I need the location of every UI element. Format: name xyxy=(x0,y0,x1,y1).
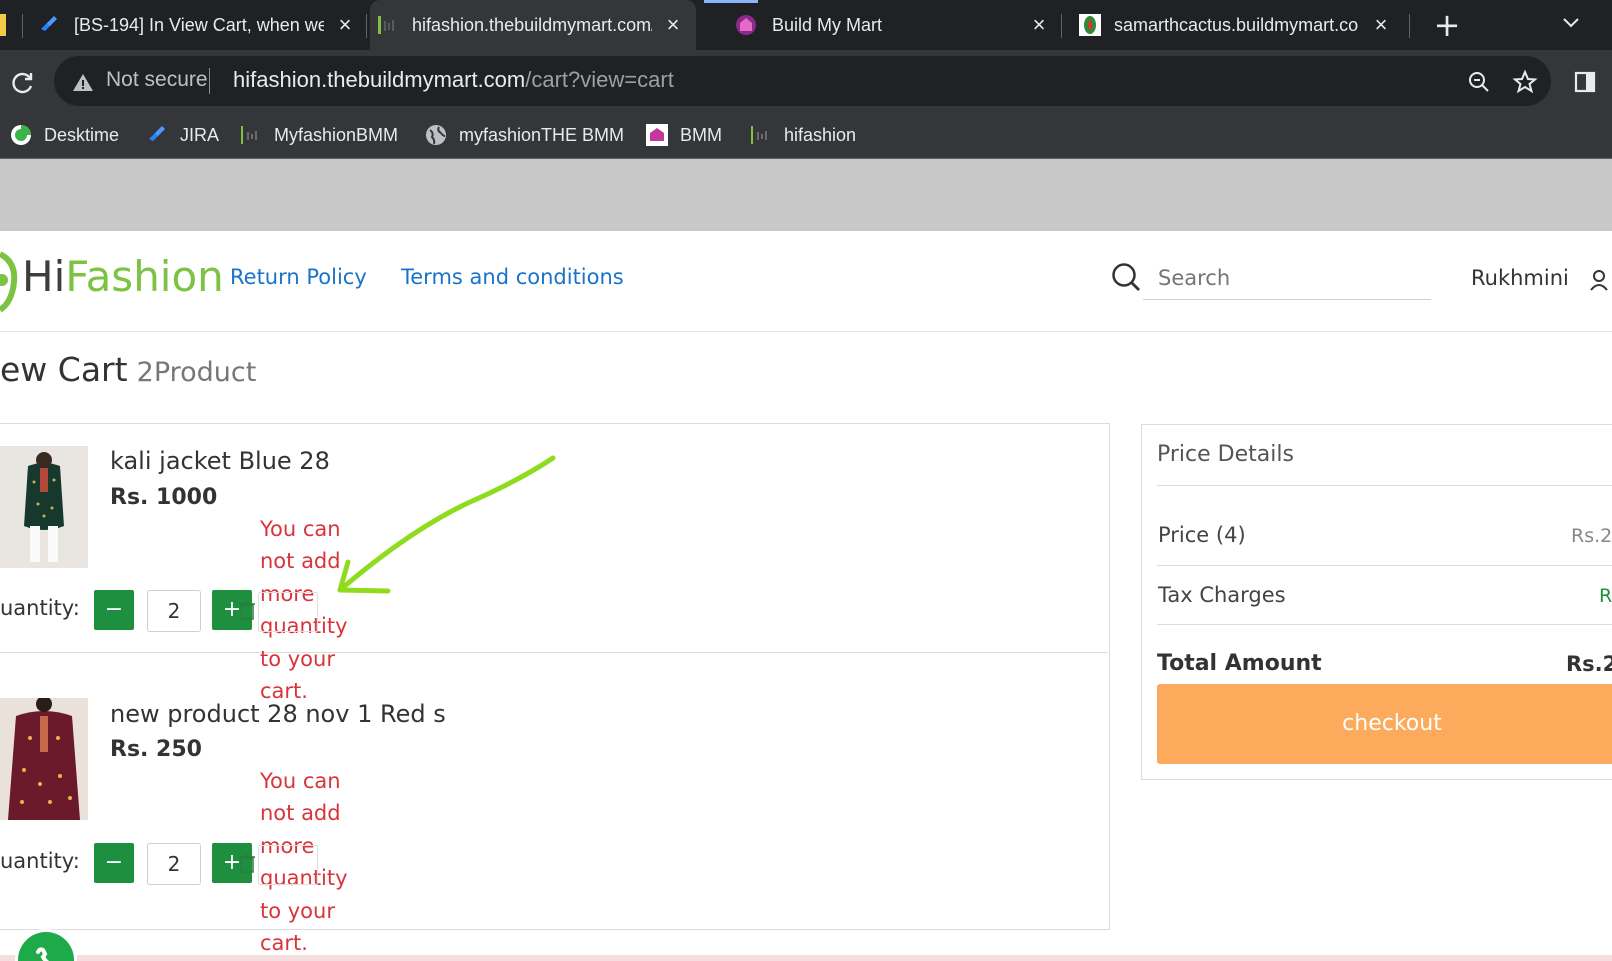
tab-hifashion[interactable]: hifashion.thebuildmymart.com/ × xyxy=(370,0,696,50)
bookmark-bmm[interactable]: BMM xyxy=(646,119,722,151)
tab-title: samarthcactus.buildmymart.co xyxy=(1114,14,1359,35)
decrease-quantity-button[interactable]: − xyxy=(94,843,134,883)
bookmark-myfashionbmm[interactable]: MyfashionBMM xyxy=(240,119,398,151)
product-image[interactable] xyxy=(0,698,88,820)
close-icon[interactable]: × xyxy=(1370,14,1392,36)
user-name[interactable]: Rukhmini xyxy=(1471,266,1569,290)
tab-separator xyxy=(366,14,367,38)
product-name[interactable]: kali jacket Blue 28 xyxy=(110,447,330,475)
security-label[interactable]: Not secure xyxy=(106,68,208,92)
tab-jira[interactable]: [BS-194] In View Cart, when we × xyxy=(38,0,356,50)
tax-value: R xyxy=(1599,585,1612,607)
price-divider xyxy=(1157,624,1612,625)
bookmark-label: MyfashionBMM xyxy=(274,124,399,145)
tab-title: [BS-194] In View Cart, when we xyxy=(74,14,324,35)
cart-heading: ew Cart 2Product xyxy=(0,350,256,389)
cactus-favicon xyxy=(1079,14,1101,36)
remove-item-button[interactable] xyxy=(258,592,318,632)
close-icon[interactable]: × xyxy=(334,14,356,36)
nav-return-policy[interactable]: Return Policy xyxy=(230,265,367,289)
site-logo[interactable]: HiFashion xyxy=(22,252,224,301)
price-details-title: Price Details xyxy=(1157,442,1294,467)
checkout-button[interactable]: checkout xyxy=(1157,684,1612,764)
logo-icon[interactable] xyxy=(0,248,20,314)
search-icon[interactable] xyxy=(1111,262,1141,292)
product-price: Rs. 1000 xyxy=(110,485,218,510)
quantity-value[interactable]: 2 xyxy=(147,843,201,885)
price-label: Price (4) xyxy=(1158,523,1246,547)
logo-hi: Hi xyxy=(22,252,66,301)
trash-icon[interactable] xyxy=(238,853,256,873)
url-text[interactable]: hifashion.thebuildmymart.com/cart?view=c… xyxy=(233,67,674,93)
globe-icon xyxy=(426,125,446,145)
price-divider xyxy=(1157,485,1612,486)
hifashion-favicon xyxy=(751,126,767,144)
quantity-value[interactable]: 2 xyxy=(147,590,201,632)
side-panel-icon[interactable] xyxy=(1574,71,1596,93)
logo-fashion: Fashion xyxy=(65,252,224,301)
product-price: Rs. 250 xyxy=(110,737,202,762)
total-label: Total Amount xyxy=(1157,651,1322,676)
bottom-strip xyxy=(0,955,1612,961)
partial-tab-icon xyxy=(0,14,6,36)
bookmark-label: Desktime xyxy=(44,124,120,145)
new-tab-button[interactable]: + xyxy=(1430,8,1464,42)
url-path: /cart?view=cart xyxy=(525,67,674,92)
item-divider xyxy=(0,652,1108,653)
user-icon[interactable] xyxy=(1589,269,1609,291)
omnibox-divider xyxy=(209,68,210,94)
jira-icon xyxy=(149,126,165,141)
tab-title: Build My Mart xyxy=(772,14,883,35)
cart-count: 2Product xyxy=(136,357,257,388)
bookmark-label: hifashion xyxy=(784,124,857,145)
hifashion-favicon xyxy=(378,16,394,34)
hifashion-favicon xyxy=(241,126,257,144)
search-input[interactable] xyxy=(1143,256,1431,300)
price-divider xyxy=(1157,565,1612,566)
product-name[interactable]: new product 28 nov 1 Red s xyxy=(110,700,446,728)
tab-title: hifashion.thebuildmymart.com/ xyxy=(412,14,652,35)
nav-terms[interactable]: Terms and conditions xyxy=(401,265,624,289)
buildmymart-favicon xyxy=(736,15,756,35)
url-host: hifashion.thebuildmymart.com xyxy=(233,67,526,92)
quantity-label: uantity: xyxy=(0,596,80,620)
tab-separator xyxy=(22,14,23,38)
bookmark-hifashion[interactable]: hifashion xyxy=(750,119,856,151)
tab-separator xyxy=(1061,14,1062,38)
bookmark-myfashionthebmm[interactable]: myfashionTHE BMM xyxy=(425,119,624,151)
close-icon[interactable]: × xyxy=(1028,14,1050,36)
trash-icon[interactable] xyxy=(238,600,256,620)
bookmark-label: JIRA xyxy=(180,124,220,145)
price-value: Rs.2 xyxy=(1571,525,1612,547)
tab-buildmymart[interactable]: Build My Mart × xyxy=(734,0,1050,50)
page-title: ew Cart xyxy=(0,350,128,389)
whatsapp-icon[interactable] xyxy=(14,928,78,961)
chevron-down-icon[interactable] xyxy=(1562,16,1580,30)
tax-label: Tax Charges xyxy=(1158,583,1286,607)
total-value: Rs.2 xyxy=(1566,652,1612,676)
close-icon[interactable]: × xyxy=(662,14,684,36)
desktime-icon xyxy=(11,125,31,145)
quantity-label: uantity: xyxy=(0,849,80,873)
jira-icon xyxy=(41,16,57,31)
remove-item-button[interactable] xyxy=(258,845,318,885)
tab-samarthcactus[interactable]: samarthcactus.buildmymart.co × xyxy=(1078,0,1392,50)
star-icon[interactable] xyxy=(1512,69,1538,95)
product-image[interactable] xyxy=(0,446,88,568)
gray-banner xyxy=(0,159,1612,231)
tab-separator xyxy=(1409,14,1410,38)
bookmark-jira[interactable]: JIRA xyxy=(146,119,219,151)
bookmark-label: BMM xyxy=(680,124,722,145)
bookmark-desktime[interactable]: Desktime xyxy=(10,119,119,151)
annotation-arrow xyxy=(337,455,556,594)
warning-icon[interactable] xyxy=(72,72,94,92)
decrease-quantity-button[interactable]: − xyxy=(94,590,134,630)
zoom-icon[interactable] xyxy=(1467,70,1491,94)
bmm-icon xyxy=(646,124,668,146)
bookmark-label: myfashionTHE BMM xyxy=(459,124,625,145)
reload-icon[interactable] xyxy=(10,70,36,96)
